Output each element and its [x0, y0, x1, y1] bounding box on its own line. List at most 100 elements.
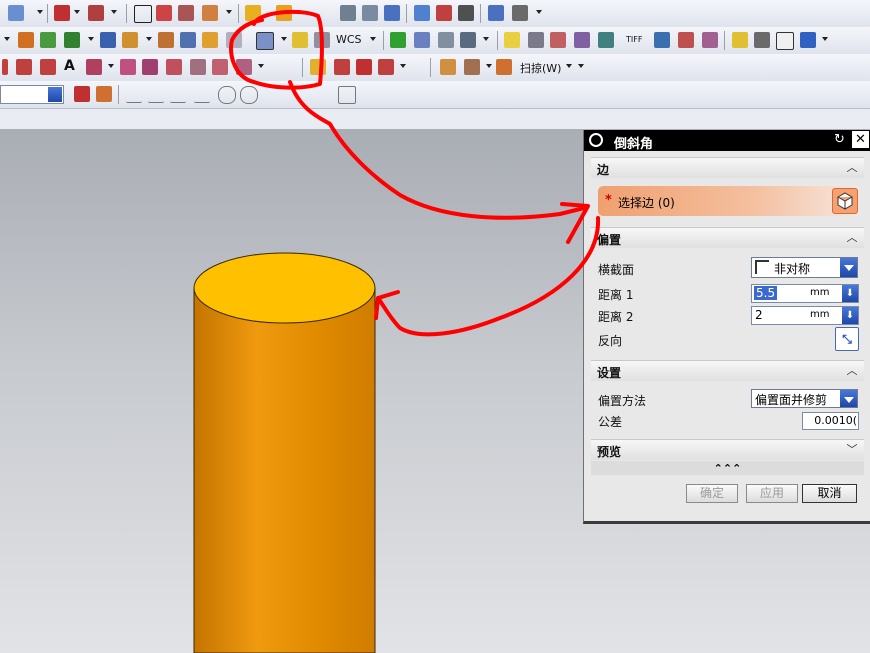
section-settings[interactable]: 设置 ︿ — [591, 360, 864, 381]
table-icon[interactable] — [156, 5, 172, 21]
cylinder-top-face[interactable] — [193, 252, 376, 324]
light-icon[interactable] — [504, 32, 520, 48]
section-preview[interactable]: 预览 ﹀ — [591, 439, 864, 460]
cancel-button[interactable]: 取消 — [802, 484, 857, 503]
text-tool-icon[interactable]: A — [64, 58, 75, 74]
machine-icon[interactable] — [512, 5, 528, 21]
export-icon[interactable] — [384, 5, 400, 21]
check-icon[interactable] — [390, 32, 406, 48]
group-icon[interactable] — [488, 5, 504, 21]
spline-icon[interactable] — [40, 59, 56, 75]
down-arrow-icon[interactable]: ⬇ — [842, 285, 858, 302]
assembly-icon[interactable] — [202, 5, 218, 21]
block-icon[interactable] — [122, 32, 138, 48]
apply-button[interactable]: 应用 — [746, 484, 798, 503]
curve-icon[interactable] — [18, 32, 34, 48]
cube-icon[interactable] — [776, 32, 794, 50]
camera-icon[interactable] — [528, 32, 544, 48]
expand-icon[interactable]: ﹀ — [844, 442, 860, 458]
intersect-icon[interactable] — [356, 59, 372, 75]
section-offset[interactable]: 偏置 ︿ — [591, 227, 864, 248]
globe-icon[interactable] — [654, 32, 670, 48]
extract-icon[interactable] — [190, 59, 206, 75]
hand-icon[interactable] — [276, 5, 292, 21]
snap-curve-icon[interactable] — [170, 86, 186, 103]
draft-icon[interactable] — [314, 32, 330, 48]
revolve-icon[interactable] — [180, 32, 196, 48]
filter-combo[interactable] — [0, 85, 64, 104]
cube-blue-icon[interactable] — [800, 32, 816, 48]
snap-point-icon[interactable] — [310, 59, 326, 75]
cross-section-dropdown[interactable]: 非对称 — [751, 257, 858, 278]
feature-icon[interactable] — [64, 32, 80, 48]
section-edge[interactable]: 边 ︿ — [591, 157, 864, 178]
collapse-icon[interactable]: ︿ — [844, 363, 860, 379]
dimension-icon[interactable] — [54, 5, 70, 21]
web-icon[interactable] — [678, 32, 694, 48]
snap-quadrant-icon[interactable] — [240, 86, 258, 104]
close-icon[interactable]: ✕ — [852, 131, 869, 148]
cylinder-side-face[interactable] — [193, 287, 376, 653]
snap-center-icon[interactable] — [218, 86, 236, 104]
offset-method-dropdown[interactable]: 偏置面并修剪 — [751, 389, 858, 408]
extrude-icon[interactable] — [158, 32, 174, 48]
layer-icon[interactable] — [732, 32, 748, 48]
collapse-icon[interactable]: ︿ — [844, 230, 860, 246]
settings-gear-icon[interactable] — [589, 133, 603, 147]
snap-mid-icon[interactable] — [148, 86, 164, 103]
gear-run-icon[interactable] — [362, 5, 378, 21]
tangent-icon[interactable] — [334, 59, 350, 75]
arrow-right-icon[interactable] — [96, 86, 112, 102]
shade-icon[interactable] — [754, 32, 770, 48]
key-icon[interactable] — [245, 5, 261, 21]
ok-button[interactable]: 确定 — [686, 484, 738, 503]
distance2-value[interactable]: 2 — [755, 308, 763, 322]
snap-end-icon[interactable] — [126, 86, 142, 103]
distance2-field[interactable]: 2 mm ⬇ — [751, 306, 859, 325]
snap-cross-icon[interactable] — [194, 86, 210, 103]
wcs-orient-icon[interactable] — [460, 32, 476, 48]
info-icon[interactable] — [438, 32, 454, 48]
shape-icon[interactable] — [86, 59, 102, 75]
axis-icon[interactable] — [458, 5, 474, 21]
distance1-field[interactable]: 5.5 mm ⬇ — [751, 284, 859, 303]
chevron-down-icon[interactable] — [840, 390, 857, 407]
analysis-icon[interactable] — [414, 32, 430, 48]
select-filter-icon[interactable] — [74, 86, 90, 102]
boss-icon[interactable] — [464, 59, 480, 75]
mirror-icon[interactable] — [378, 59, 394, 75]
grid-icon[interactable] — [338, 86, 356, 104]
reset-icon[interactable]: ↻ — [834, 132, 845, 147]
wcs-button[interactable]: WCS — [336, 33, 362, 46]
cap-icon[interactable] — [340, 5, 356, 21]
part-list-icon[interactable] — [178, 5, 194, 21]
point-icon[interactable] — [40, 32, 56, 48]
render-icon[interactable] — [550, 32, 566, 48]
project-icon[interactable] — [142, 59, 158, 75]
photo-icon[interactable] — [574, 32, 590, 48]
tolerance-value[interactable]: 0.0010( — [814, 414, 857, 427]
tolerance-field[interactable]: 0.0010( — [802, 412, 859, 430]
line-icon[interactable] — [2, 59, 8, 75]
measure-icon[interactable] — [88, 5, 104, 21]
sweep-icon[interactable] — [496, 59, 512, 75]
reverse-direction-icon[interactable]: ⤡ — [835, 327, 859, 351]
view-icon[interactable] — [702, 32, 718, 48]
doc-icon[interactable] — [436, 5, 452, 21]
bridge-icon[interactable] — [166, 59, 182, 75]
select-edge-row[interactable]: * 选择边 (0) — [598, 186, 860, 216]
chamfer-tool-icon[interactable] — [256, 32, 274, 50]
sweep-button[interactable]: 扫掠(W) — [520, 60, 561, 76]
distance1-value[interactable]: 5.5 — [754, 286, 778, 300]
shell-icon[interactable] — [226, 32, 242, 48]
book-icon[interactable] — [100, 32, 116, 48]
snap-icon[interactable] — [8, 5, 24, 21]
import-icon[interactable] — [414, 5, 430, 21]
arc-icon[interactable] — [16, 59, 32, 75]
boolean-icon[interactable] — [202, 32, 218, 48]
offset-curve-icon[interactable] — [120, 59, 136, 75]
blend-icon[interactable] — [292, 32, 308, 48]
down-arrow-icon[interactable]: ⬇ — [842, 307, 858, 324]
triangle-icon[interactable] — [134, 5, 152, 23]
tiff-button[interactable]: TIFF — [626, 35, 642, 44]
